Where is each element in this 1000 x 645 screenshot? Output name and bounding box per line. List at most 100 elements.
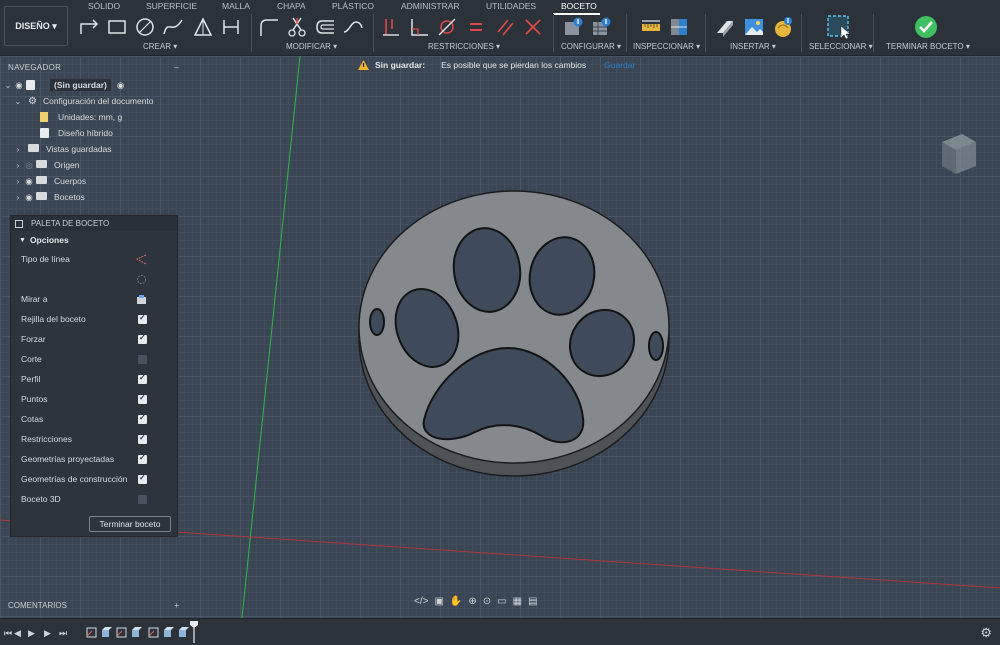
chevron-down-icon[interactable]: ▼ [19, 237, 26, 244]
active-radio-icon[interactable]: ◉ [117, 80, 124, 91]
constraints-menu[interactable]: RESTRICCIONES ▾ [428, 42, 500, 51]
step-back-icon[interactable]: ◀ [14, 628, 21, 639]
selection-window-icon[interactable] [826, 14, 852, 40]
tree-root[interactable]: ⌄ ◉ (Sin guardar) ◉ [0, 77, 187, 93]
create-menu[interactable]: CREAR ▾ [143, 42, 177, 51]
timeline-extrude-icon[interactable] [101, 627, 112, 638]
tree-item-units[interactable]: Unidades: mm, g [0, 109, 187, 125]
tab-sketch[interactable]: BOCETO [561, 1, 597, 11]
slice-checkbox[interactable] [138, 354, 147, 364]
timeline-extrude-icon[interactable] [163, 627, 174, 638]
offset-icon[interactable] [314, 16, 336, 38]
go-to-end-icon[interactable]: ⏭ [59, 628, 67, 639]
palette-pin-icon[interactable] [15, 219, 23, 228]
spline-icon[interactable] [162, 16, 184, 38]
chevron-right-icon[interactable]: › [14, 193, 22, 202]
finish-sketch-menu[interactable]: TERMINAR BOCETO ▾ [886, 42, 970, 51]
points-checkbox[interactable] [138, 393, 147, 404]
paw-disc-model[interactable] [358, 190, 670, 477]
tab-utilities[interactable]: UTILIDADES [486, 1, 536, 11]
section-analysis-icon[interactable] [668, 16, 690, 38]
fit-icon[interactable]: ⊙ [483, 596, 491, 607]
parallel-constraint-icon[interactable] [494, 16, 516, 38]
sketch-settings-icon[interactable] [562, 16, 584, 38]
coincident-constraint-icon[interactable] [522, 16, 544, 38]
eye-icon[interactable]: ◉ [12, 80, 26, 91]
tree-item-hybrid-design[interactable]: Diseño híbrido [0, 125, 187, 141]
view-cube-icon[interactable] [930, 126, 985, 181]
profile-checkbox[interactable] [138, 373, 147, 384]
perpendicular-constraint-icon[interactable] [408, 16, 430, 38]
step-forward-icon[interactable]: ▶ [44, 628, 51, 639]
finish-sketch-check-icon[interactable] [913, 14, 939, 40]
look-at-icon[interactable] [136, 294, 147, 305]
add-comment-icon[interactable]: + [174, 601, 179, 610]
insert-derive-icon[interactable] [714, 16, 736, 38]
go-to-start-icon[interactable]: ⏮ [4, 628, 12, 639]
table-settings-icon[interactable] [590, 16, 612, 38]
horizontal-vertical-constraint-icon[interactable] [380, 16, 402, 38]
look-at-icon[interactable]: ▣ [434, 596, 443, 607]
canvas-image-icon[interactable] [743, 16, 765, 38]
projected-geometries-checkbox[interactable] [138, 453, 147, 464]
timeline-sketch-icon[interactable] [86, 627, 97, 638]
tab-solid[interactable]: SÓLIDO [88, 1, 120, 11]
view-cube[interactable] [930, 126, 985, 181]
timeline-settings-gear-icon[interactable]: ⚙ [980, 625, 992, 641]
chevron-down-icon[interactable]: ⌄ [14, 97, 22, 106]
orbit-icon[interactable]: </> [414, 596, 428, 607]
equal-constraint-icon[interactable] [465, 16, 487, 38]
tab-plastic[interactable]: PLÁSTICO [332, 1, 374, 11]
tree-item-origin[interactable]: › ◎ Origen [0, 157, 187, 173]
timeline-marker-icon[interactable] [190, 621, 198, 643]
tree-item-document-settings[interactable]: ⌄ ⚙ Configuración del documento [0, 93, 187, 109]
sketch-grid-checkbox[interactable] [138, 313, 147, 324]
tree-item-sketches[interactable]: › ◉ Bocetos [0, 189, 187, 205]
timeline-extrude-icon[interactable] [131, 627, 142, 638]
centerline-icon[interactable] [136, 274, 147, 285]
tree-item-saved-views[interactable]: › Vistas guardadas [0, 141, 187, 157]
configure-menu[interactable]: CONFIGURAR ▾ [561, 42, 621, 51]
timeline-extrude-icon[interactable] [178, 627, 189, 638]
text-tool-icon[interactable] [220, 16, 242, 38]
circle-icon[interactable] [134, 16, 156, 38]
viewports-icon[interactable]: ▤ [528, 596, 537, 607]
measure-icon[interactable] [640, 16, 662, 38]
dimensions-checkbox[interactable] [138, 413, 147, 424]
chevron-down-icon[interactable]: ⌄ [4, 81, 12, 90]
eye-icon[interactable]: ◉ [22, 192, 36, 203]
tab-sheet-metal[interactable]: CHAPA [277, 1, 306, 11]
construction-line-icon[interactable] [136, 254, 147, 265]
tree-item-bodies[interactable]: › ◉ Cuerpos [0, 173, 187, 189]
collapse-icon[interactable]: – [174, 63, 179, 72]
timeline-sketch-icon[interactable] [148, 627, 159, 638]
construction-geometries-checkbox[interactable] [138, 473, 147, 484]
rectangle-icon[interactable] [106, 16, 128, 38]
chevron-right-icon[interactable]: › [14, 161, 22, 170]
tab-surface[interactable]: SUPERFICIE [146, 1, 197, 11]
tab-manage[interactable]: ADMINISTRAR [401, 1, 460, 11]
display-settings-icon[interactable]: ▭ [497, 596, 506, 607]
chevron-right-icon[interactable]: › [14, 177, 22, 186]
select-menu[interactable]: SELECCIONAR ▾ [809, 42, 873, 51]
play-icon[interactable]: ▶ [28, 628, 35, 639]
fillet-icon[interactable] [258, 16, 280, 38]
zoom-icon[interactable]: ⊕ [468, 596, 476, 607]
trim-scissors-icon[interactable] [286, 16, 308, 38]
extend-curve-icon[interactable] [342, 16, 364, 38]
tab-mesh[interactable]: MALLA [222, 1, 250, 11]
tangent-constraint-icon[interactable] [436, 16, 458, 38]
finish-sketch-button[interactable]: Terminar boceto [89, 516, 171, 532]
save-link[interactable]: Guardar [604, 60, 635, 70]
timeline-sketch-icon[interactable] [116, 627, 127, 638]
polygon-icon[interactable] [192, 16, 214, 38]
workspace-dropdown[interactable]: DISEÑO ▾ [4, 6, 68, 46]
chevron-right-icon[interactable]: › [14, 145, 22, 154]
insert-mesh-icon[interactable] [772, 16, 794, 38]
grid-settings-icon[interactable]: ▦ [513, 596, 522, 607]
insert-menu[interactable]: INSERTAR ▾ [730, 42, 776, 51]
inspect-menu[interactable]: INSPECCIONAR ▾ [633, 42, 700, 51]
modify-menu[interactable]: MODIFICAR ▾ [286, 42, 337, 51]
constraints-checkbox[interactable] [138, 433, 147, 444]
pan-hand-icon[interactable]: ✋ [450, 596, 462, 607]
